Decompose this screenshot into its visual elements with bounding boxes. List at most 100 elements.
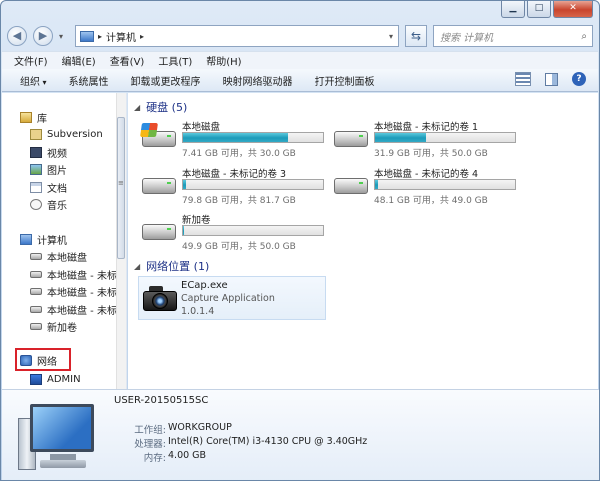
drive-icon xyxy=(140,174,176,200)
sidebar-item-admin[interactable]: ADMIN xyxy=(30,371,81,387)
collapse-icon[interactable]: ◢ xyxy=(134,103,140,112)
window-controls: ▁ □ ✕ xyxy=(501,1,593,18)
address-dropdown[interactable]: ▾ xyxy=(384,32,398,41)
drive-usage-bar xyxy=(182,179,324,190)
sidebar-item-subversion[interactable]: Subversion xyxy=(30,126,103,142)
scrollbar-thumb[interactable] xyxy=(117,117,125,259)
group-header-network-locations[interactable]: ◢ 网络位置 (1) xyxy=(134,258,209,274)
change-view-icon[interactable] xyxy=(515,72,531,86)
sidebar-item-drive[interactable]: 本地磁盘 - 未标记 xyxy=(30,266,127,282)
breadcrumb-separator[interactable]: ▸ xyxy=(140,32,144,41)
open-control-panel-button[interactable]: 打开控制面板 xyxy=(315,73,375,88)
search-icon[interactable]: ⌕ xyxy=(581,31,587,42)
network-item-name: ECap.exe xyxy=(181,280,228,291)
organize-button[interactable]: 组织 xyxy=(20,73,47,88)
collapse-icon[interactable]: ◢ xyxy=(134,262,140,271)
camera-icon xyxy=(143,283,177,313)
drive-icon xyxy=(30,305,42,313)
drive-tile[interactable]: 本地磁盘 - 未标记的卷 1 31.9 GB 可用，共 50.0 GB xyxy=(332,119,517,159)
address-bar[interactable]: ▸ 计算机 ▸ ▾ xyxy=(75,25,399,47)
sidebar-item-library[interactable]: 库 xyxy=(20,109,47,125)
drive-icon xyxy=(30,252,42,260)
network-location-tile[interactable]: ECap.exe Capture Application 1.0.1.4 xyxy=(138,276,326,320)
sidebar-item-label: 库 xyxy=(37,113,47,125)
search-input[interactable]: 搜索 计算机 ⌕ xyxy=(433,25,593,47)
search-placeholder: 搜索 计算机 xyxy=(440,32,494,44)
drive-usage-bar xyxy=(374,179,516,190)
sidebar-item-label: 文档 xyxy=(47,183,67,195)
maximize-button[interactable]: □ xyxy=(527,1,551,18)
menu-edit[interactable]: 编辑(E) xyxy=(62,53,96,68)
drive-tile[interactable]: 本地磁盘 - 未标记的卷 4 48.1 GB 可用，共 49.0 GB xyxy=(332,166,517,206)
close-button[interactable]: ✕ xyxy=(553,1,593,18)
group-header-hard-disks[interactable]: ◢ 硬盘 (5) xyxy=(134,99,187,115)
highlight-box xyxy=(15,348,71,371)
drive-name: 本地磁盘 - 未标记的卷 1 xyxy=(374,122,479,133)
drive-name: 本地磁盘 xyxy=(182,122,221,133)
navigation-pane: 库 Subversion 视频 图片 文档 音乐 计算机 本地磁盘 本地磁盘 -… xyxy=(2,93,127,389)
network-item-description: Capture Application xyxy=(181,293,275,304)
drive-free-space: 31.9 GB 可用，共 50.0 GB xyxy=(374,149,488,159)
drive-tile[interactable]: 本地磁盘 - 未标记的卷 3 79.8 GB 可用，共 81.7 GB xyxy=(140,166,325,206)
sidebar-item-drive[interactable]: 本地磁盘 - 未标记 xyxy=(30,301,126,317)
workgroup-label: 工作组: xyxy=(134,425,166,436)
sidebar-item-label: 本地磁盘 - 未标记 xyxy=(47,270,127,282)
drive-usage-bar xyxy=(374,132,516,143)
preview-pane-icon[interactable] xyxy=(545,72,558,86)
drive-icon xyxy=(140,220,176,246)
drive-icon xyxy=(332,174,368,200)
drive-icon xyxy=(30,270,42,278)
uninstall-program-button[interactable]: 卸载或更改程序 xyxy=(131,73,201,88)
drive-free-space: 7.41 GB 可用，共 30.0 GB xyxy=(182,149,296,159)
menu-file[interactable]: 文件(F) xyxy=(14,53,48,68)
drive-free-space: 79.8 GB 可用，共 81.7 GB xyxy=(182,196,296,206)
menu-tools[interactable]: 工具(T) xyxy=(158,53,192,68)
sidebar-item-label: Subversion xyxy=(47,128,103,140)
workgroup-value: WORKGROUP xyxy=(168,422,232,433)
drive-icon xyxy=(30,322,42,330)
document-icon xyxy=(30,181,42,193)
help-icon[interactable]: ? xyxy=(572,72,586,86)
sidebar-item-label: 图片 xyxy=(47,165,67,177)
sidebar-item-drive[interactable]: 本地磁盘 xyxy=(30,248,87,264)
minimize-button[interactable]: ▁ xyxy=(501,1,525,18)
map-network-drive-button[interactable]: 映射网络驱动器 xyxy=(223,73,293,88)
sidebar-item-videos[interactable]: 视频 xyxy=(30,144,67,160)
recent-pages-dropdown[interactable]: ▾ xyxy=(59,32,69,41)
refresh-button[interactable]: ⇆ xyxy=(405,25,427,47)
sidebar-item-documents[interactable]: 文档 xyxy=(30,179,67,195)
sidebar-item-label: 本地磁盘 xyxy=(47,252,87,264)
sidebar-item-computer[interactable]: 计算机 xyxy=(20,231,67,247)
system-properties-button[interactable]: 系统属性 xyxy=(69,73,109,88)
menu-bar: 文件(F) 编辑(E) 查看(V) 工具(T) 帮助(H) xyxy=(2,51,598,69)
breadcrumb-separator[interactable]: ▸ xyxy=(98,32,102,41)
sidebar-item-label: 音乐 xyxy=(47,200,67,212)
content-pane: ◢ 硬盘 (5) 本地磁盘 7.41 GB 可用，共 30.0 GB 本地磁盘 … xyxy=(128,93,598,389)
drive-tile[interactable]: 新加卷 49.9 GB 可用，共 50.0 GB xyxy=(140,212,325,252)
sidebar-item-drive[interactable]: 本地磁盘 - 未标记 xyxy=(30,283,126,299)
drive-free-space: 49.9 GB 可用，共 50.0 GB xyxy=(182,242,296,252)
drive-free-space: 48.1 GB 可用，共 49.0 GB xyxy=(374,196,488,206)
sidebar-item-pictures[interactable]: 图片 xyxy=(30,161,67,177)
breadcrumb-computer[interactable]: 计算机 xyxy=(106,29,136,44)
sidebar-item-label: 新加卷 xyxy=(47,322,77,334)
memory-label: 内存: xyxy=(143,453,166,464)
computer-icon xyxy=(80,30,94,42)
drive-usage-bar xyxy=(182,132,324,143)
drive-tile[interactable]: 本地磁盘 7.41 GB 可用，共 30.0 GB xyxy=(140,119,325,159)
command-bar: 组织 系统属性 卸载或更改程序 映射网络驱动器 打开控制面板 ? xyxy=(2,69,598,92)
music-icon xyxy=(30,198,42,210)
video-icon xyxy=(30,146,42,158)
network-item-version: 1.0.1.4 xyxy=(181,306,215,317)
menu-help[interactable]: 帮助(H) xyxy=(206,53,241,68)
menu-view[interactable]: 查看(V) xyxy=(110,53,145,68)
details-pane: USER-20150515SC 工作组: WORKGROUP 处理器: Inte… xyxy=(2,389,599,480)
drive-name: 本地磁盘 - 未标记的卷 3 xyxy=(182,169,287,180)
sidebar-item-drive[interactable]: 新加卷 xyxy=(30,318,77,334)
drive-name: 本地磁盘 - 未标记的卷 4 xyxy=(374,169,479,180)
sidebar-item-music[interactable]: 音乐 xyxy=(30,196,67,212)
processor-value: Intel(R) Core(TM) i3-4130 CPU @ 3.40GHz xyxy=(168,436,368,447)
picture-icon xyxy=(30,163,42,175)
forward-button[interactable]: ▶ xyxy=(33,26,53,46)
back-button[interactable]: ◀ xyxy=(7,26,27,46)
